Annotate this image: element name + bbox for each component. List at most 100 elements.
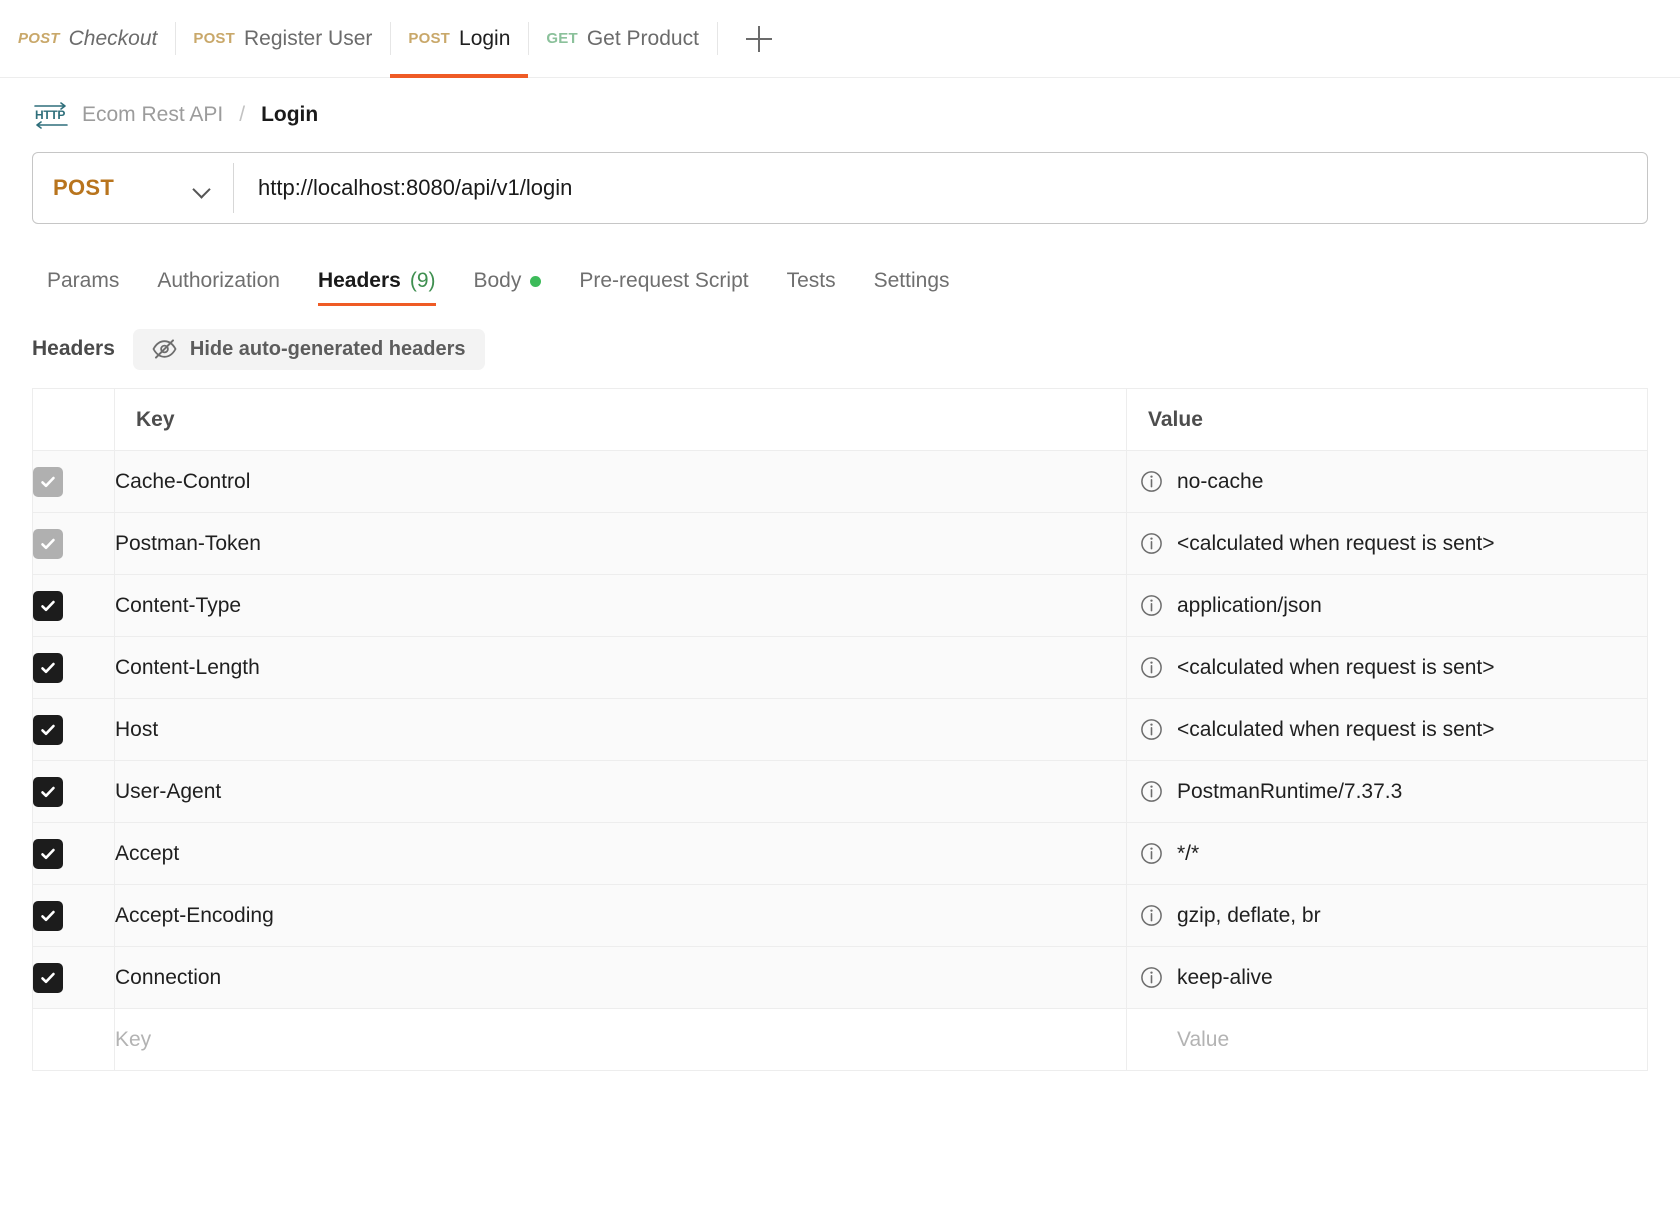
body-modified-dot-icon: [530, 275, 542, 287]
request-tab-get-product[interactable]: GET Get Product: [528, 0, 717, 77]
request-tab-login[interactable]: POST Login: [390, 0, 529, 78]
http-method-select[interactable]: POST: [33, 153, 233, 223]
check-icon: [41, 848, 55, 859]
tab-headers[interactable]: Headers (9): [299, 269, 455, 306]
row-checkbox-cell: [32, 822, 115, 885]
header-value-cell[interactable]: gzip, deflate, br: [1126, 884, 1648, 947]
new-header-key-placeholder: Key: [115, 1027, 152, 1051]
row-checkbox[interactable]: [33, 962, 63, 993]
row-checkbox[interactable]: [33, 714, 63, 745]
info-icon[interactable]: [1140, 904, 1163, 927]
row-checkbox[interactable]: [33, 900, 63, 931]
header-key-cell[interactable]: User-Agent: [114, 760, 1127, 823]
row-checkbox[interactable]: [33, 590, 63, 621]
plus-icon: [745, 25, 772, 52]
row-checkbox-cell: [32, 884, 115, 947]
table-row[interactable]: User-Agent PostmanRuntime/7.37.3: [32, 760, 1648, 823]
header-value-cell[interactable]: application/json: [1126, 574, 1648, 637]
new-header-value-placeholder: Value: [1177, 1027, 1230, 1051]
header-key-cell[interactable]: Cache-Control: [114, 450, 1127, 513]
headers-control-row: Headers Hide auto-generated headers: [0, 328, 1680, 370]
header-key-cell[interactable]: Content-Type: [114, 574, 1127, 637]
header-value-text: <calculated when request is sent>: [1177, 655, 1495, 679]
breadcrumb-collection-link[interactable]: Ecom Rest API: [82, 103, 223, 127]
info-icon[interactable]: [1140, 718, 1163, 741]
url-input[interactable]: http://localhost:8080/api/v1/login: [234, 153, 1647, 223]
header-value-cell[interactable]: <calculated when request is sent>: [1126, 636, 1648, 699]
check-icon: [41, 476, 55, 487]
svg-text:HTTP: HTTP: [35, 108, 65, 122]
info-icon[interactable]: [1140, 470, 1163, 493]
row-checkbox[interactable]: [33, 838, 63, 869]
table-row[interactable]: Host <calculated when request is sent>: [32, 698, 1648, 761]
column-header-key-label: Key: [136, 407, 175, 431]
tab-settings[interactable]: Settings: [855, 269, 969, 306]
tab-method-label: POST: [408, 30, 451, 47]
row-checkbox-cell: [32, 946, 115, 1009]
table-row[interactable]: Postman-Token <calculated when request i…: [32, 512, 1648, 575]
info-icon[interactable]: [1140, 842, 1163, 865]
tab-pre-request-script-label: Pre-request Script: [579, 269, 749, 292]
header-key-cell[interactable]: Postman-Token: [114, 512, 1127, 575]
table-header-row: Key Value: [32, 388, 1648, 451]
table-row[interactable]: Connection keep-alive: [32, 946, 1648, 1009]
header-value-text: keep-alive: [1177, 965, 1273, 989]
header-value-cell[interactable]: keep-alive: [1126, 946, 1648, 1009]
new-header-row[interactable]: Key Value: [32, 1008, 1648, 1071]
breadcrumb-current-request: Login: [261, 103, 319, 126]
info-icon[interactable]: [1140, 780, 1163, 803]
header-value-text: application/json: [1177, 593, 1322, 617]
header-cell-key: Key: [114, 388, 1127, 451]
tab-body-label: Body: [473, 269, 522, 292]
new-header-value-input[interactable]: Value: [1126, 1008, 1648, 1071]
request-tab-register-user[interactable]: POST Register User: [175, 0, 390, 77]
tab-pre-request-script[interactable]: Pre-request Script: [560, 269, 767, 306]
header-value-cell[interactable]: <calculated when request is sent>: [1126, 698, 1648, 761]
table-row[interactable]: Cache-Control no-cache: [32, 450, 1648, 513]
hide-auto-generated-headers-button[interactable]: Hide auto-generated headers: [132, 328, 485, 370]
request-tab-checkout[interactable]: POST Checkout: [0, 0, 175, 77]
row-checkbox[interactable]: [33, 466, 63, 497]
check-icon: [41, 662, 55, 673]
check-icon: [41, 600, 55, 611]
url-bar: POST http://localhost:8080/api/v1/login: [32, 152, 1648, 224]
header-key-cell[interactable]: Accept-Encoding: [114, 884, 1127, 947]
header-value-cell[interactable]: no-cache: [1126, 450, 1648, 513]
header-key-cell[interactable]: Accept: [114, 822, 1127, 885]
column-header-value-label: Value: [1148, 407, 1203, 431]
check-icon: [41, 724, 55, 735]
header-value-text: gzip, deflate, br: [1177, 903, 1321, 927]
row-checkbox-cell: [32, 636, 115, 699]
request-section-tabs: Params Authorization Headers (9) Body Pr…: [0, 252, 1680, 306]
row-checkbox[interactable]: [33, 652, 63, 683]
tab-authorization[interactable]: Authorization: [138, 269, 299, 306]
header-key-cell[interactable]: Content-Length: [114, 636, 1127, 699]
info-icon[interactable]: [1140, 532, 1163, 555]
header-value-text: PostmanRuntime/7.37.3: [1177, 779, 1403, 803]
header-value-cell[interactable]: PostmanRuntime/7.37.3: [1126, 760, 1648, 823]
tab-body[interactable]: Body: [455, 269, 561, 306]
tab-params[interactable]: Params: [28, 269, 138, 306]
header-value-cell[interactable]: */*: [1126, 822, 1648, 885]
table-row[interactable]: Content-Length <calculated when request …: [32, 636, 1648, 699]
headers-table: Key Value Cache-Control no-cache Postman…: [32, 388, 1648, 1071]
info-icon[interactable]: [1140, 656, 1163, 679]
tab-method-label: POST: [18, 30, 60, 47]
info-icon[interactable]: [1140, 594, 1163, 617]
header-cell-value: Value: [1126, 388, 1648, 451]
chevron-down-icon: [194, 183, 211, 193]
header-key-cell[interactable]: Connection: [114, 946, 1127, 1009]
info-icon[interactable]: [1140, 966, 1163, 989]
table-row[interactable]: Accept */*: [32, 822, 1648, 885]
new-tab-button[interactable]: [716, 0, 801, 77]
tab-tests[interactable]: Tests: [768, 269, 855, 306]
header-key-cell[interactable]: Host: [114, 698, 1127, 761]
new-header-key-input[interactable]: Key: [114, 1008, 1127, 1071]
tab-authorization-label: Authorization: [157, 269, 280, 292]
row-checkbox[interactable]: [33, 776, 63, 807]
header-value-cell[interactable]: <calculated when request is sent>: [1126, 512, 1648, 575]
row-checkbox[interactable]: [33, 528, 63, 559]
headers-section-title: Headers: [32, 337, 115, 360]
table-row[interactable]: Accept-Encoding gzip, deflate, br: [32, 884, 1648, 947]
table-row[interactable]: Content-Type application/json: [32, 574, 1648, 637]
